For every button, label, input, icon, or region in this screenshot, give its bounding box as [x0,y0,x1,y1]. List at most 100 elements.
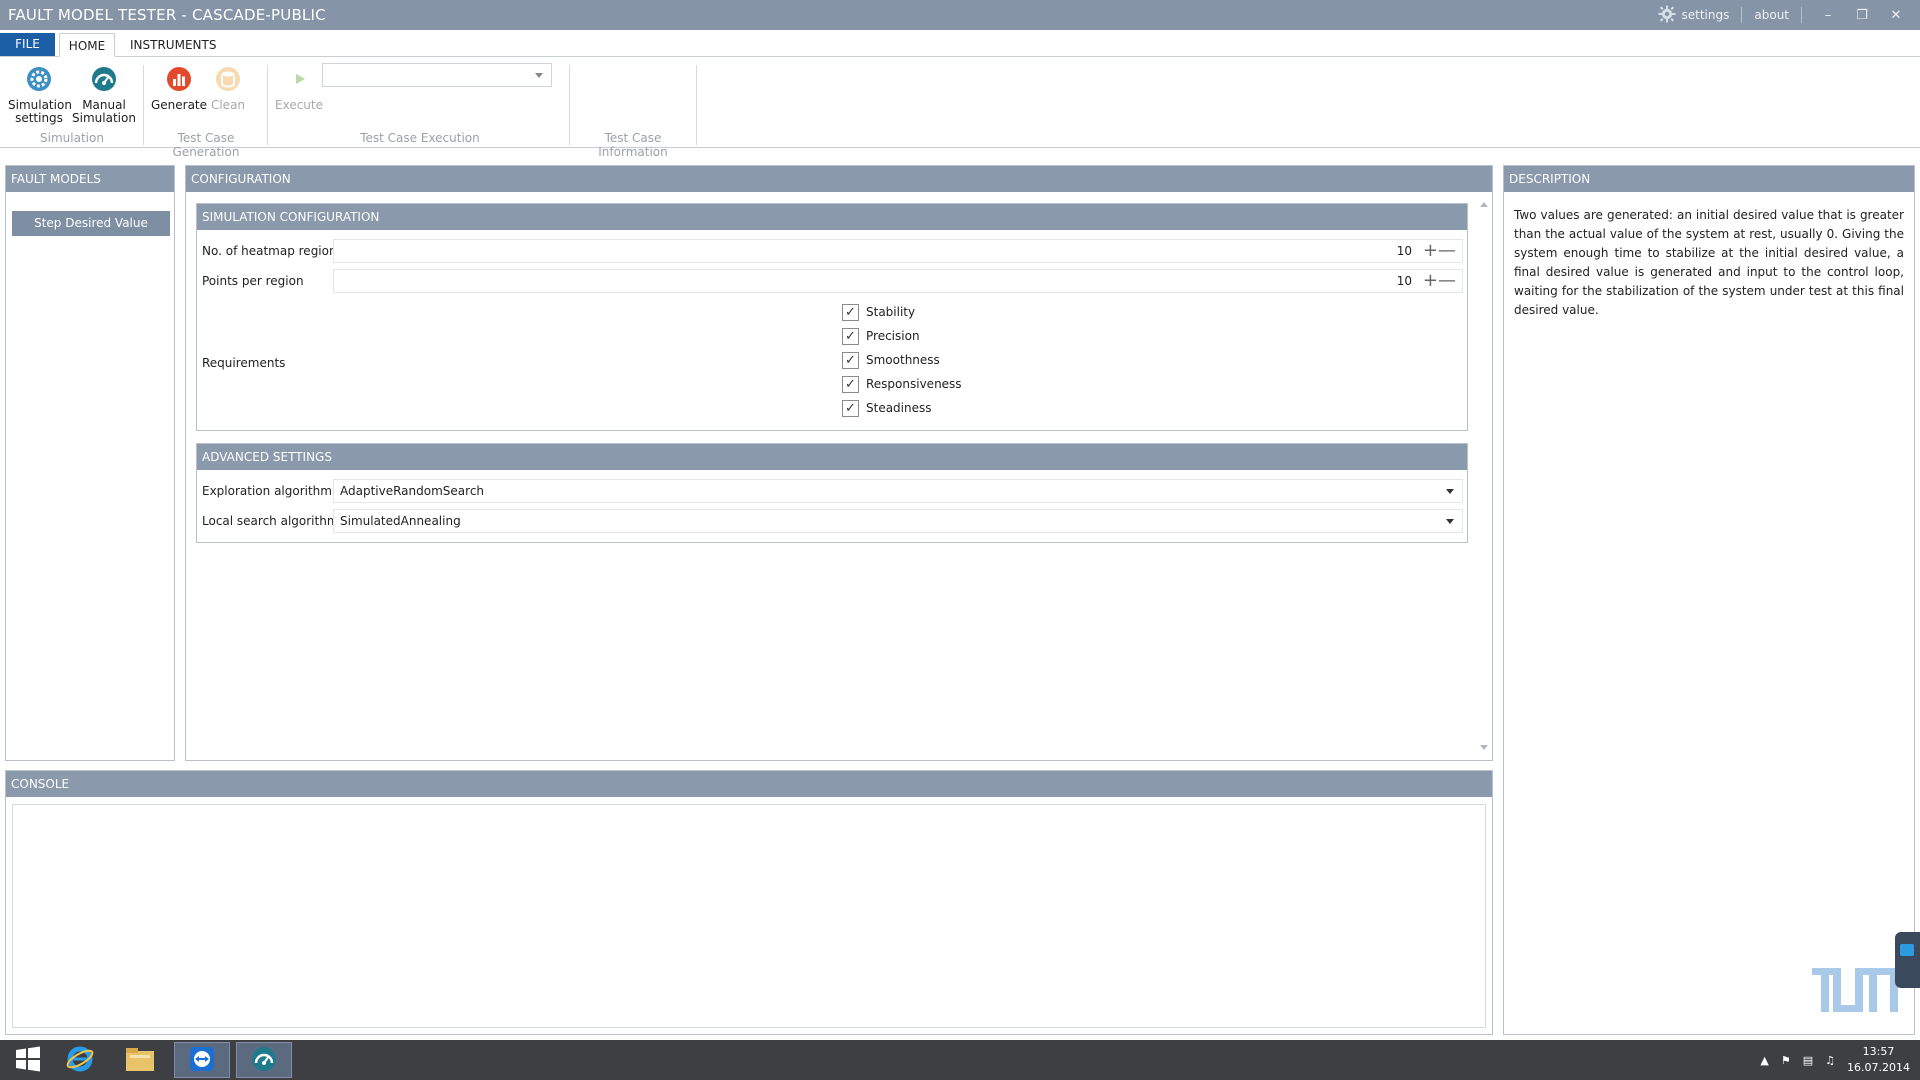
local-search-algorithm-label: Local search algorithm [202,514,339,528]
ribbon: Simulation settings Manual Simulation Si… [0,56,1920,159]
local-search-algorithm-value: SimulatedAnnealing [340,514,461,528]
description-text: Two values are generated: an initial des… [1514,208,1904,317]
chevron-down-icon [535,73,543,78]
close-button[interactable]: ✕ [1882,8,1910,23]
test-case-combo[interactable] [322,63,552,87]
group-label-test-case-generation: Test Case Generation [172,131,240,159]
plus-icon[interactable]: + [1423,271,1438,291]
network-icon[interactable]: ▤ [1803,1054,1813,1067]
execute-label: Execute [275,98,323,112]
internet-explorer-icon [65,1044,95,1077]
clean-label: Clean [210,98,246,112]
points-per-region-label: Points per region [202,274,304,288]
window-title: FAULT MODEL TESTER - CASCADE-PUBLIC [8,6,326,24]
ribbon-tabs: FILE HOME INSTRUMENTS [0,33,1920,57]
exploration-algorithm-value: AdaptiveRandomSearch [340,484,485,498]
console-header: CONSOLE [6,771,1492,797]
generate-button[interactable]: Generate [150,65,208,112]
heatmap-regions-stepper[interactable]: 10 + — [333,239,1463,263]
taskbar-teamviewer[interactable] [174,1042,230,1078]
restore-button[interactable]: ❐ [1848,8,1876,23]
volume-icon[interactable]: ♫ [1825,1054,1835,1067]
checkmark-icon[interactable]: ✓ [842,351,859,369]
play-icon [285,65,313,93]
group-label-test-case-execution: Test Case Execution [360,131,480,145]
group-separator [267,65,268,145]
requirements-label: Requirements [202,356,286,370]
minus-icon[interactable]: — [1438,271,1456,291]
requirement-checkbox-steadiness[interactable]: ✓ Steadiness [842,398,932,418]
fault-model-item[interactable]: Step Desired Value [12,211,170,236]
checkmark-icon[interactable]: ✓ [842,375,859,393]
checkmark-icon[interactable]: ✓ [842,303,859,321]
requirement-label: Precision [866,329,920,343]
taskbar-fault-model-tester[interactable] [236,1042,292,1078]
flag-icon[interactable]: ⚑ [1781,1054,1791,1067]
simulation-settings-button[interactable]: Simulation settings [8,65,72,125]
folder-icon [124,1045,156,1076]
local-search-algorithm-select[interactable]: SimulatedAnnealing [333,509,1463,533]
requirement-checkbox-precision[interactable]: ✓ Precision [842,326,920,346]
points-per-region-stepper[interactable]: 10 + — [333,269,1463,293]
configuration-header: CONFIGURATION [186,166,1492,192]
tab-home[interactable]: HOME [59,33,115,57]
requirement-checkbox-responsiveness[interactable]: ✓ Responsiveness [842,374,962,394]
group-separator [143,65,144,145]
tum-logo [1812,968,1898,1012]
checkmark-icon[interactable]: ✓ [842,327,859,345]
configuration-panel: CONFIGURATION SIMULATION CONFIGURATION N… [185,165,1493,761]
tab-instruments[interactable]: INSTRUMENTS [120,33,226,57]
execute-button[interactable]: Execute [274,65,324,112]
system-tray: ▲ ⚑ ▤ ♫ 13:57 16.07.2014 [1760,1040,1910,1080]
taskbar-file-explorer[interactable] [112,1042,168,1078]
settings-link[interactable]: settings [1682,8,1730,22]
clock[interactable]: 13:57 16.07.2014 [1847,1044,1910,1076]
clean-button[interactable]: Clean [206,65,250,112]
description-panel: DESCRIPTION Two values are generated: an… [1503,165,1915,1035]
requirement-checkbox-stability[interactable]: ✓ Stability [842,302,915,322]
simulation-settings-label: Simulation settings [8,98,72,125]
windows-logo-icon [15,1046,41,1075]
simulation-configuration-header: SIMULATION CONFIGURATION [197,204,1467,230]
title-separator [1741,7,1743,23]
console-panel: CONSOLE [5,770,1493,1035]
taskbar-internet-explorer[interactable] [52,1042,108,1078]
generate-label: Generate [150,98,208,112]
chevron-down-icon [1446,519,1454,524]
simulation-configuration-section: SIMULATION CONFIGURATION No. of heatmap … [196,203,1468,431]
manual-simulation-label: Manual Simulation [72,98,136,125]
database-icon [214,65,242,93]
requirement-label: Steadiness [866,401,932,415]
requirement-label: Smoothness [866,353,940,367]
points-per-region-value: 10 [1396,274,1412,288]
requirement-checkbox-smoothness[interactable]: ✓ Smoothness [842,350,940,370]
requirement-label: Stability [866,305,916,319]
about-link[interactable]: about [1754,8,1789,22]
minimize-button[interactable]: – [1814,8,1842,23]
exploration-algorithm-label: Exploration algorithm [202,484,332,498]
bar-chart-icon [165,65,193,93]
requirement-label: Responsiveness [866,377,962,391]
fault-models-panel: FAULT MODELS Step Desired Value [5,165,175,761]
title-separator [1801,7,1802,23]
clock-time: 13:57 [1862,1045,1895,1058]
tab-file[interactable]: FILE [0,33,55,57]
scroll-down-icon[interactable] [1480,745,1488,750]
advanced-settings-header: ADVANCED SETTINGS [197,444,1467,470]
fault-models-header: FAULT MODELS [6,166,174,192]
group-label-simulation: Simulation [40,131,104,145]
scroll-up-icon[interactable] [1480,202,1488,207]
console-output[interactable] [12,804,1486,1028]
plus-icon[interactable]: + [1423,241,1438,261]
chevron-up-icon[interactable]: ▲ [1760,1054,1768,1067]
start-button[interactable] [0,1042,56,1078]
gear-icon[interactable] [1658,5,1676,26]
exploration-algorithm-select[interactable]: AdaptiveRandomSearch [333,479,1463,503]
heatmap-regions-value: 10 [1396,244,1412,258]
clock-date: 16.07.2014 [1847,1061,1910,1074]
chevron-down-icon [1446,489,1454,494]
manual-simulation-button[interactable]: Manual Simulation [72,65,136,125]
minus-icon[interactable]: — [1438,241,1456,261]
checkmark-icon[interactable]: ✓ [842,399,859,417]
side-gadget-handle[interactable] [1895,932,1920,988]
